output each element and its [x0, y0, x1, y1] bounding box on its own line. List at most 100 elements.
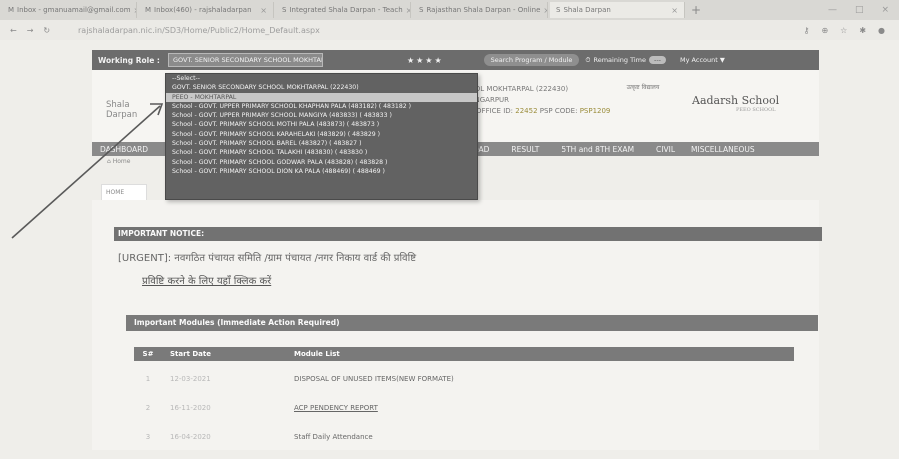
nav-buttons: ← → ↻ — [0, 26, 70, 35]
school-info: HOOL MOKHTARPAL (222430) DUNGARPUR ID: O… — [464, 84, 610, 117]
remaining-time-label: Remaining Time — [593, 56, 646, 64]
pass-label: PSP CODE: — [539, 107, 578, 115]
new-tab-button[interactable]: + — [685, 3, 707, 17]
urgent-notice-text: [URGENT]: नवगठित पंचायत समिति /ग्राम पंच… — [118, 253, 417, 264]
address-bar-row: ← → ↻ rajshaladarpan.nic.in/SD3/Home/Pub… — [0, 20, 899, 40]
pass-code: PSP1209 — [579, 107, 611, 115]
working-role-select[interactable]: GOVT. SENIOR SECONDARY SCHOOL MOKHTARPAL… — [167, 53, 323, 67]
star-icon[interactable]: ☆ — [840, 26, 847, 35]
dropdown-option[interactable]: School - GOVT. PRIMARY SCHOOL BAREL (483… — [166, 139, 477, 148]
dropdown-option[interactable]: School - GOVT. PRIMARY SCHOOL DION KA PA… — [166, 167, 477, 176]
dropdown-option[interactable]: --Select-- — [166, 74, 477, 83]
tab-label: Inbox - gmanuamail@gmail.com — [17, 6, 131, 14]
dropdown-option[interactable]: School - GOVT. PRIMARY SCHOOL KARAHELAKI… — [166, 130, 477, 139]
table-row: 3 16-04-2020 Staff Daily Attendance — [134, 430, 794, 444]
url-input[interactable]: rajshaladarpan.nic.in/SD3/Home/Public2/H… — [70, 24, 638, 37]
school-name: HOOL MOKHTARPAL (222430) — [464, 85, 569, 93]
breadcrumb: ⌂ Home — [107, 158, 130, 165]
clock-icon: ⏱ — [585, 55, 591, 64]
site-icon: S — [556, 6, 561, 14]
toolbar-icons: ⚷ ⊕ ☆ ✱ ● — [804, 26, 899, 35]
close-window-button[interactable]: × — [881, 5, 889, 15]
office-id: 22452 — [515, 107, 538, 115]
gmail-icon: M — [8, 6, 15, 14]
entry-link[interactable]: प्रविष्टि करने के लिए यहाँ क्लिक करें — [142, 273, 271, 287]
column-header: S# — [142, 350, 154, 358]
close-icon[interactable]: × — [543, 6, 547, 15]
start-date: 16-04-2020 — [170, 433, 211, 441]
remaining-time: ⏱ Remaining Time --- — [585, 55, 667, 65]
table-row: 1 12-03-2021 DISPOSAL OF UNUSED ITEMS(NE… — [134, 372, 794, 386]
office-line: ID: OFFICE ID: 22452 PSP CODE: PSP1209 — [464, 106, 610, 117]
browser-tab[interactable]: M Inbox(460) - rajshaladarpan × — [139, 2, 274, 18]
close-icon[interactable]: × — [260, 6, 267, 15]
close-icon[interactable]: × — [134, 6, 136, 15]
working-role-label: Working Role : — [98, 55, 160, 65]
selected-role: GOVT. SENIOR SECONDARY SCHOOL MOKHTARPAL — [172, 56, 323, 64]
gmail-icon: M — [145, 6, 152, 14]
module-link[interactable]: ACP PENDENCY REPORT — [286, 401, 794, 415]
window-controls: — □ × — [828, 5, 899, 15]
home-icon[interactable]: ⌂ — [107, 158, 111, 165]
dropdown-option[interactable]: School - GOVT. PRIMARY SCHOOL GODWAR PAL… — [166, 158, 477, 167]
emblem-logo: उत्कृष्ट विद्यालय — [626, 84, 660, 91]
modules-table: S# Start Date Module List 1 12-03-2021 D… — [134, 347, 794, 459]
my-account-menu[interactable]: My Account ▼ — [680, 56, 725, 64]
dropdown-option[interactable]: School - GOVT. PRIMARY SCHOOL TALAKHI (4… — [166, 148, 477, 157]
menu-exam[interactable]: 5TH and 8TH EXAM — [561, 145, 634, 154]
start-date: 12-03-2021 — [170, 375, 211, 383]
brand-subtitle: PEEO SCHOOL — [736, 107, 776, 113]
adarsh-school-brand: Aadarsh School PEEO SCHOOL — [692, 94, 779, 113]
row-number: 2 — [145, 404, 151, 412]
browser-tab-active[interactable]: S Shala Darpan × — [550, 2, 685, 18]
column-header: Start Date — [170, 350, 211, 358]
rating-stars: ★★★★ — [406, 55, 444, 65]
browser-tab[interactable]: S Rajasthan Shala Darpan - Online × — [413, 2, 548, 18]
important-modules-header: Important Modules (Immediate Action Requ… — [126, 315, 818, 331]
tab-label: Rajasthan Shala Darpan - Online — [426, 6, 541, 14]
maximize-button[interactable]: □ — [855, 5, 864, 15]
module-link[interactable]: DISPOSAL OF UNUSED ITEMS(NEW FORMATE) — [286, 372, 794, 386]
tab-label: Inbox(460) - rajshaladarpan — [154, 6, 252, 14]
close-icon[interactable]: × — [671, 6, 678, 15]
profile-icon[interactable]: ● — [878, 26, 885, 35]
search-program-button[interactable]: Search Program / Module — [483, 54, 580, 66]
role-dropdown-list[interactable]: --Select-- GOVT. SENIOR SECONDARY SCHOOL… — [165, 73, 478, 200]
menu-result[interactable]: RESULT — [511, 145, 539, 154]
zoom-icon[interactable]: ⊕ — [821, 26, 828, 35]
close-icon[interactable]: × — [406, 6, 410, 15]
column-header: Module List — [294, 350, 340, 358]
remaining-time-value: --- — [648, 56, 667, 64]
site-icon: S — [419, 6, 424, 14]
important-notice-header: IMPORTANT NOTICE: — [114, 227, 822, 241]
menu-miscellaneous[interactable]: MISCELLANEOUS — [691, 145, 755, 154]
dropdown-option[interactable]: School - GOVT. UPPER PRIMARY SCHOOL KHAP… — [166, 102, 477, 111]
minimize-button[interactable]: — — [828, 5, 837, 15]
tab-label: Integrated Shala Darpan - Teach — [289, 6, 403, 14]
dropdown-option[interactable]: School - GOVT. PRIMARY SCHOOL MOTHI PALA… — [166, 120, 477, 129]
forward-icon[interactable]: → — [27, 26, 34, 35]
browser-tab[interactable]: M Inbox - gmanuamail@gmail.com × — [2, 2, 137, 18]
extension-icon[interactable]: ✱ — [859, 26, 866, 35]
menu-dashboard[interactable]: DASHBOARD — [100, 145, 148, 154]
shala-darpan-logo: Shala Darpan — [106, 100, 138, 120]
row-number: 3 — [145, 433, 151, 441]
table-row: 2 16-11-2020 ACP PENDENCY REPORT — [134, 401, 794, 415]
browser-tab-bar: M Inbox - gmanuamail@gmail.com × M Inbox… — [0, 0, 899, 20]
start-date: 16-11-2020 — [170, 404, 211, 412]
table-header-row: S# Start Date Module List — [134, 347, 794, 361]
breadcrumb-home[interactable]: Home — [113, 158, 131, 165]
back-icon[interactable]: ← — [10, 26, 17, 35]
menu-civil[interactable]: CIVIL — [656, 145, 675, 154]
dropdown-option[interactable]: GOVT. SENIOR SECONDARY SCHOOL MOKHTARPAL… — [166, 83, 477, 92]
dropdown-option-highlighted[interactable]: PEEO - MOKHTARPAL — [166, 92, 477, 102]
district-name: DUNGARPUR — [464, 96, 510, 104]
dropdown-option[interactable]: School - GOVT. UPPER PRIMARY SCHOOL MANG… — [166, 111, 477, 120]
site-icon: S — [282, 6, 287, 14]
module-link[interactable]: Staff Daily Attendance — [286, 430, 794, 444]
reload-icon[interactable]: ↻ — [43, 26, 50, 35]
tab-label: Shala Darpan — [563, 6, 611, 14]
row-number: 1 — [145, 375, 151, 383]
key-icon[interactable]: ⚷ — [804, 26, 810, 35]
browser-tab[interactable]: S Integrated Shala Darpan - Teach × — [276, 2, 411, 18]
